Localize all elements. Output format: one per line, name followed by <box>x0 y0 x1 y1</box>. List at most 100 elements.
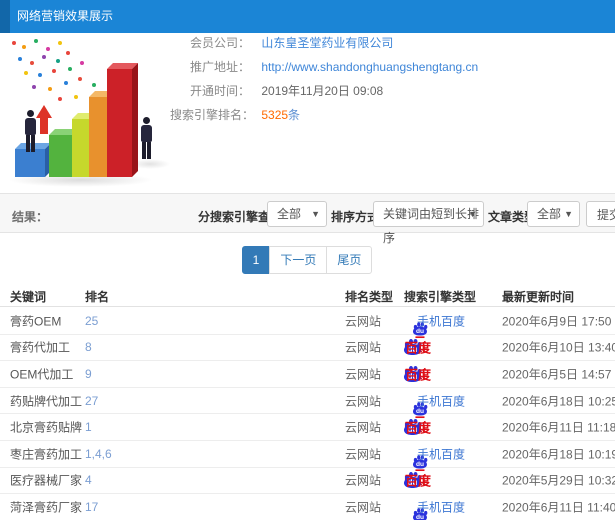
sort-filter-label: 排序方式 <box>331 210 380 224</box>
businessman-right-icon <box>138 117 154 159</box>
company-label: 会员公司： <box>189 36 250 50</box>
keyword: 菏泽膏药厂家 <box>10 500 83 515</box>
header-bar: 网络营销效果展示 <box>0 0 615 33</box>
engine-select[interactable]: 全部 ▼ <box>267 201 327 227</box>
rank-link[interactable]: 9 <box>85 367 92 381</box>
open-time-value: 2019年11月20日 09:08 <box>261 84 384 98</box>
table-row: 药贴牌代加工 27 云网站 du 手机百度 2020年6月18日 10:25 <box>0 388 615 418</box>
rank-link[interactable]: 1,4,6 <box>85 447 112 461</box>
col-keyword: 关键词 <box>10 290 47 304</box>
table-row: 医疗器械厂家 4 云网站 Bai du 百度 2020年5月29日 10:32 <box>0 468 615 495</box>
rank-count-label: 搜索引擎排名： <box>170 108 255 122</box>
keyword: 膏药代加工 <box>10 340 71 355</box>
updated-time: 2020年6月5日 14:57 <box>502 367 612 382</box>
rank-link[interactable]: 25 <box>85 314 98 328</box>
chevron-down-icon: ▼ <box>311 209 320 219</box>
result-label: 结果： <box>12 210 49 224</box>
open-time-label: 开通时间： <box>189 84 250 98</box>
engine-label: 百度 <box>405 473 432 489</box>
promo-url-label: 推广地址： <box>189 60 250 74</box>
next-page-button[interactable]: 下一页 <box>269 246 328 274</box>
updated-time: 2020年6月10日 13:40 <box>502 340 615 355</box>
keyword: OEM代加工 <box>10 367 74 382</box>
engine-select-value: 全部 <box>277 207 302 221</box>
sort-select-value: 关键词由短到长排序 <box>383 207 480 245</box>
article-type-value: 全部 <box>537 207 562 221</box>
engine-label: 百度 <box>405 367 432 383</box>
col-updated: 最新更新时间 <box>502 290 575 304</box>
keyword: 北京膏药贴牌 <box>10 420 83 435</box>
member-info-panel: 会员公司： 山东皇圣堂药业有限公司 推广地址： http://www.shand… <box>170 37 610 133</box>
rank-type: 云网站 <box>345 314 382 329</box>
updated-time: 2020年6月18日 10:25 <box>502 394 615 409</box>
updated-time: 2020年6月18日 10:19 <box>502 447 615 462</box>
chevron-down-icon: ▼ <box>468 209 477 219</box>
rank-link[interactable]: 8 <box>85 340 92 354</box>
rank-type: 云网站 <box>345 367 382 382</box>
confetti-dots-icon <box>12 41 16 45</box>
table-row: 枣庄膏药加工 1,4,6 云网站 du 手机百度 2020年6月18日 10:1… <box>0 441 615 471</box>
info-row-url: 推广地址： http://www.shandonghuangshengtang.… <box>170 61 610 73</box>
rank-count-suffix: 条 <box>288 108 301 122</box>
updated-time: 2020年6月11日 11:40 <box>502 500 615 515</box>
col-rank: 排名 <box>85 290 110 304</box>
info-row-company: 会员公司： 山东皇圣堂药业有限公司 <box>170 37 610 49</box>
baidu-mobile-logo: du 手机百度 <box>404 388 504 418</box>
rank-link[interactable]: 4 <box>85 473 92 487</box>
table-row: 膏药代加工 8 云网站 Bai du 百度 2020年6月10日 13:40 <box>0 335 615 362</box>
rank-type: 云网站 <box>345 447 382 462</box>
sort-select[interactable]: 关键词由短到长排序 ▼ <box>373 201 484 245</box>
col-engine-type: 搜索引擎类型 <box>404 290 477 304</box>
table-body: 膏药OEM 25 云网站 du 手机百度 2020年6月9日 17:50 膏药代… <box>0 308 615 520</box>
rank-type: 云网站 <box>345 473 382 488</box>
rank-type: 云网站 <box>345 340 382 355</box>
engine-label: 百度 <box>405 340 432 356</box>
updated-time: 2020年5月29日 10:32 <box>502 473 615 488</box>
promo-url-link[interactable]: http://www.shandonghuangshengtang.cn <box>261 60 478 74</box>
table-row: 北京膏药贴牌 1 云网站 Bai du 百度 2020年6月11日 11:18 <box>0 414 615 441</box>
updated-time: 2020年6月9日 17:50 <box>502 314 612 329</box>
rank-count-value: 5325 <box>261 108 289 122</box>
engine-label: 手机百度 <box>417 447 466 462</box>
baidu-pc-logo: Bai du 百度 <box>404 335 504 361</box>
baidu-mobile-logo: du 手机百度 <box>404 308 504 338</box>
bar-blue-icon <box>15 149 45 177</box>
company-link[interactable]: 山东皇圣堂药业有限公司 <box>261 36 393 50</box>
rank-link[interactable]: 17 <box>85 500 98 514</box>
info-row-open-time: 开通时间： 2019年11月20日 09:08 <box>170 85 610 97</box>
baidu-pc-logo: Bai du 百度 <box>404 414 504 440</box>
updated-time: 2020年6月11日 11:18 <box>502 420 615 435</box>
header-left-accent <box>0 0 10 33</box>
keyword: 药贴牌代加工 <box>10 394 83 409</box>
up-arrow-icon <box>36 105 52 135</box>
keyword: 枣庄膏药加工 <box>10 447 83 462</box>
baidu-mobile-logo: du 手机百度 <box>404 441 504 471</box>
engine-label: 百度 <box>405 420 432 436</box>
info-row-rank-count: 搜索引擎排名： 5325条 <box>170 109 610 121</box>
baidu-pc-logo: Bai du 百度 <box>404 468 504 494</box>
filter-bar: 结果： 分搜索引擎查看 全部 ▼ 排序方式 关键词由短到长排序 ▼ 文章类型 全… <box>0 193 615 245</box>
table-row: 菏泽膏药厂家 17 云网站 du 手机百度 2020年6月11日 11:40 <box>0 494 615 520</box>
rank-type: 云网站 <box>345 420 382 435</box>
chevron-down-icon: ▼ <box>564 209 573 219</box>
page-1-button[interactable]: 1 <box>241 246 271 274</box>
engine-label: 手机百度 <box>417 394 466 409</box>
baidu-mobile-logo: du 手机百度 <box>404 494 504 520</box>
keyword: 膏药OEM <box>10 314 62 329</box>
businessman-left-icon <box>22 110 38 152</box>
engine-label: 手机百度 <box>417 314 466 329</box>
page-title: 网络营销效果展示 <box>17 9 114 23</box>
pagination: 1 下一页 尾页 <box>0 246 615 274</box>
article-type-select[interactable]: 全部 ▼ <box>527 201 580 227</box>
keyword: 医疗器械厂家 <box>10 473 83 488</box>
rank-link[interactable]: 1 <box>85 420 92 434</box>
page: 网络营销效果展示 会员公司： 山东皇圣堂药业有限公司 推广地址： http://… <box>0 0 615 520</box>
table-row: OEM代加工 9 云网站 Bai du 百度 2020年6月5日 14:57 <box>0 361 615 388</box>
last-page-button[interactable]: 尾页 <box>326 246 373 274</box>
hero-chart-graphic <box>0 35 185 187</box>
rank-type: 云网站 <box>345 500 382 515</box>
table-row: 膏药OEM 25 云网站 du 手机百度 2020年6月9日 17:50 <box>0 308 615 338</box>
engine-label: 手机百度 <box>417 500 466 515</box>
rank-link[interactable]: 27 <box>85 394 98 408</box>
submit-button[interactable]: 提交 <box>586 201 615 227</box>
